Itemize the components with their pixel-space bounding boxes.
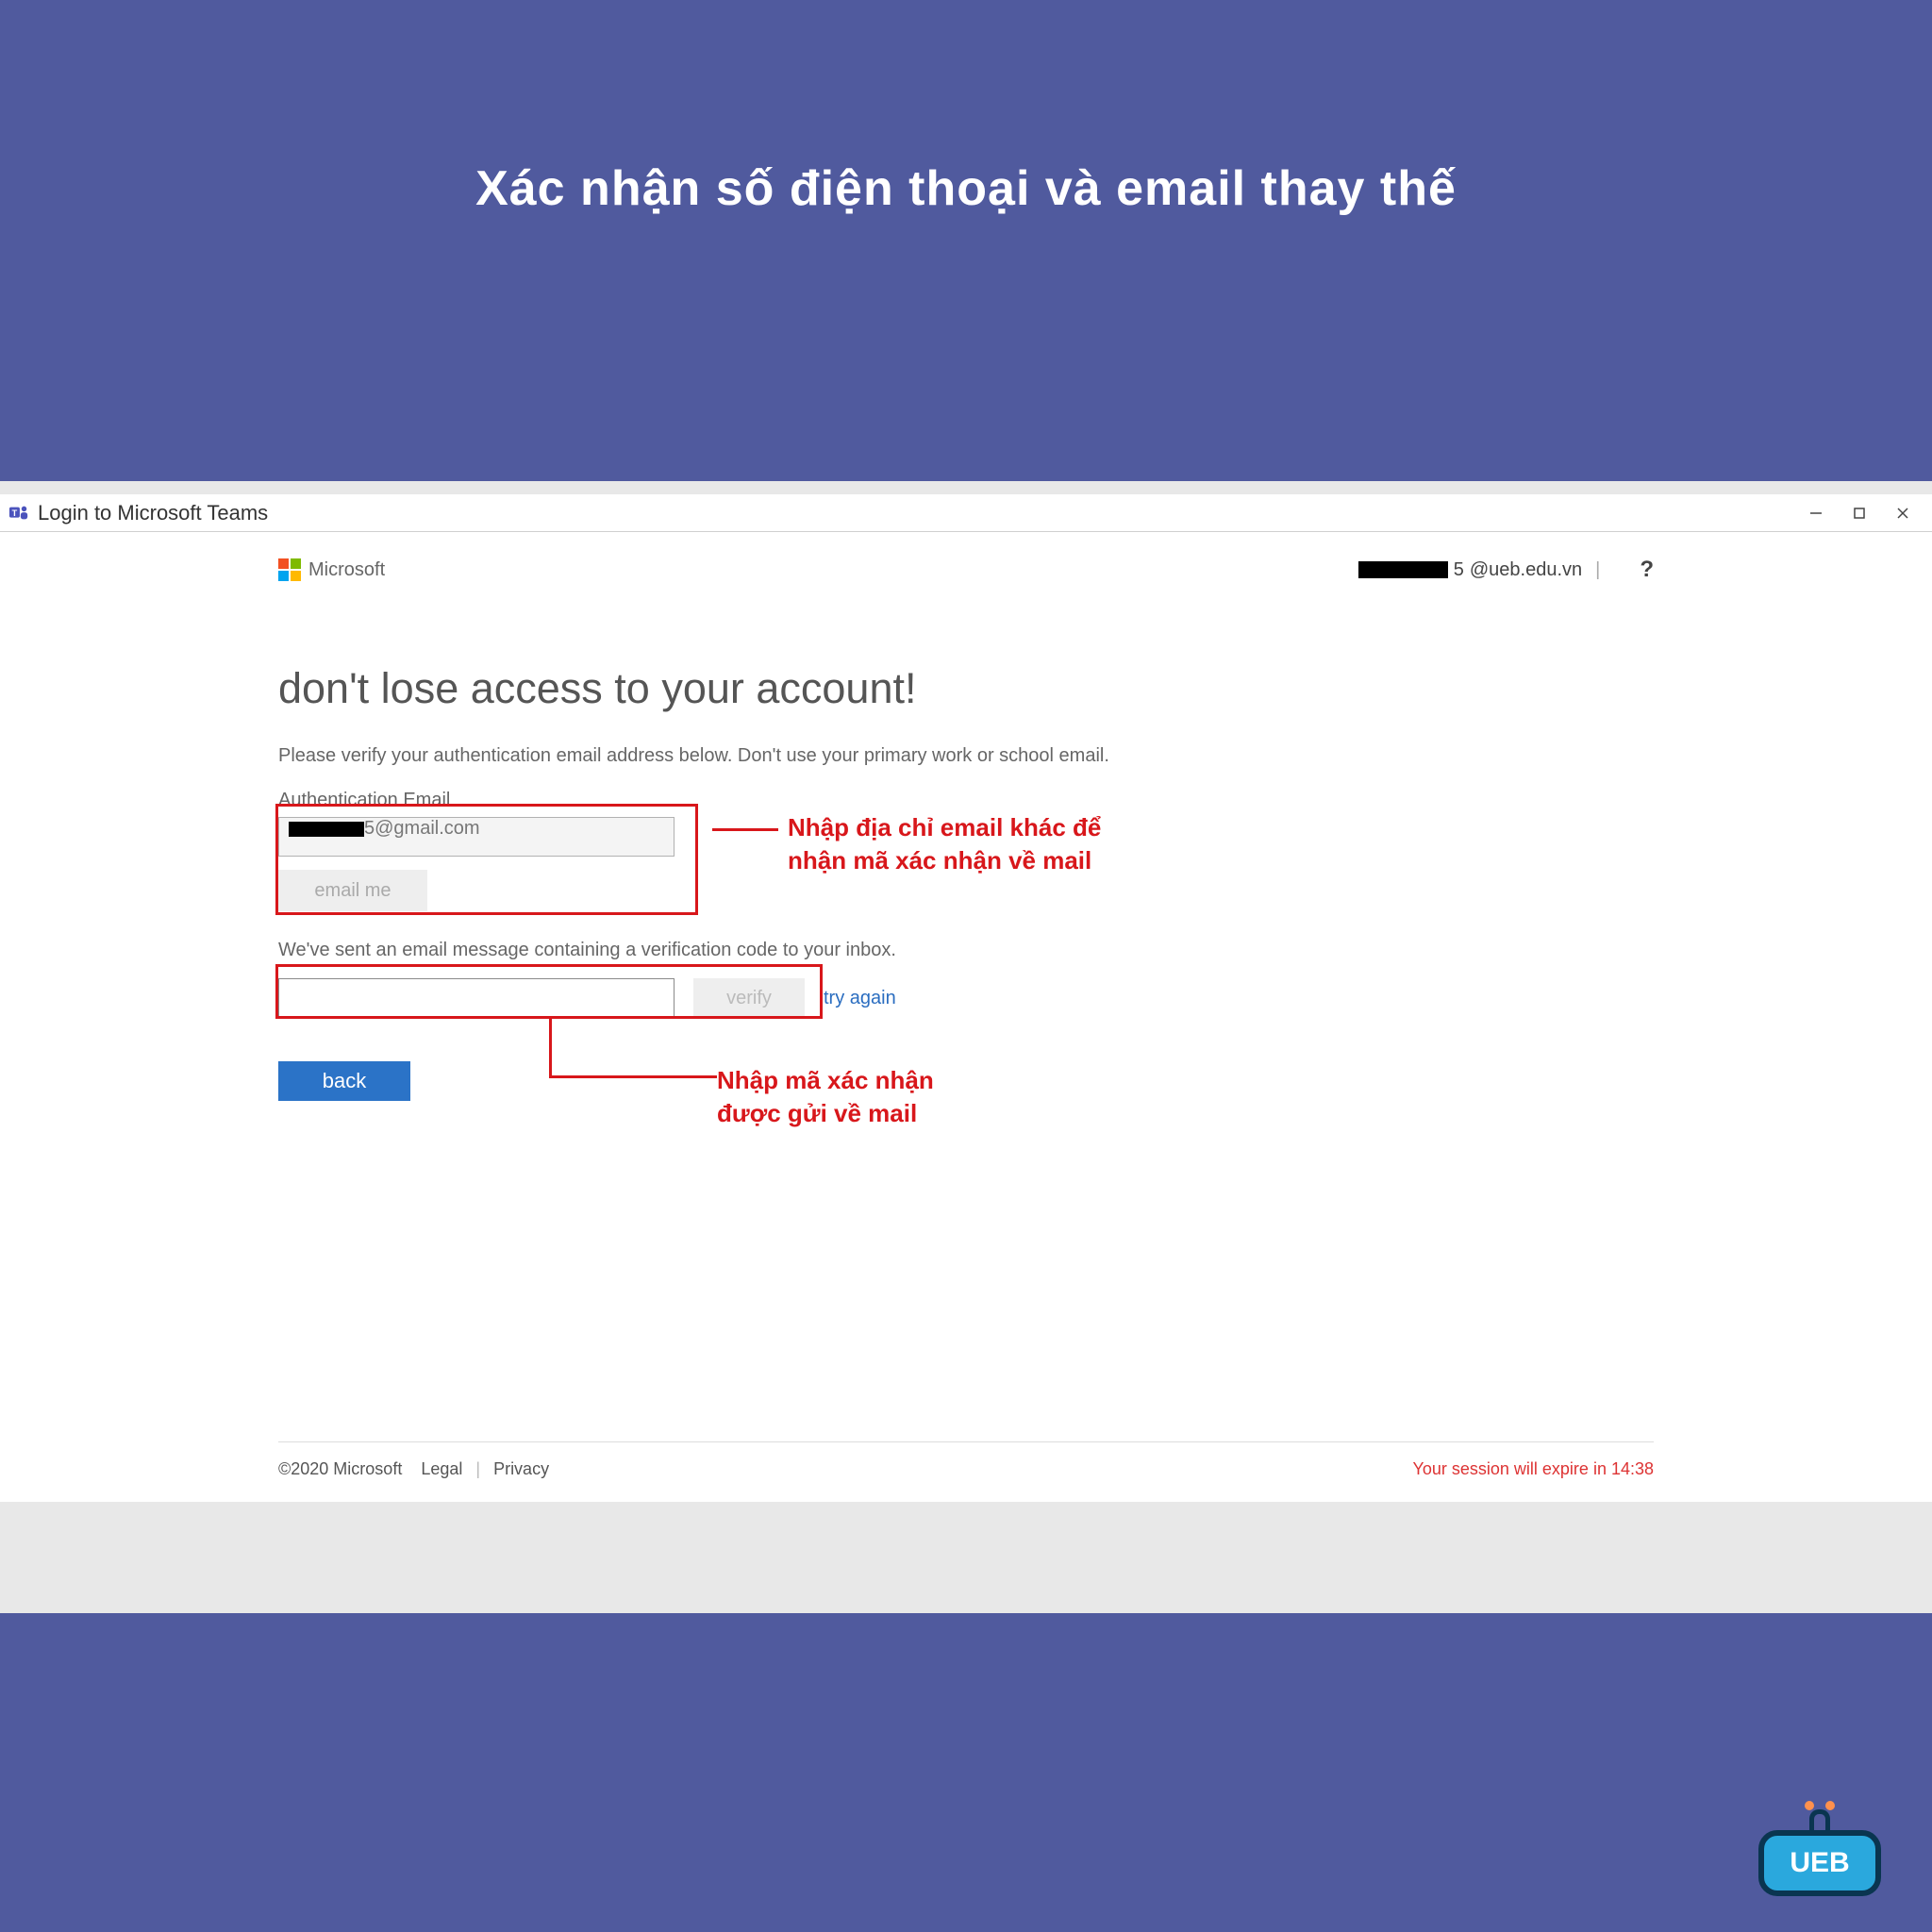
app-window: T Login to Microsoft Teams Microsoft 5@u… bbox=[0, 494, 1932, 1502]
teams-icon: T bbox=[8, 502, 30, 525]
try-again-link[interactable]: try again bbox=[824, 988, 896, 1009]
ueb-badge: UEB bbox=[1758, 1809, 1881, 1904]
close-button[interactable] bbox=[1881, 494, 1924, 532]
callout-2: Nhập mã xác nhậnđược gửi về mail bbox=[717, 1064, 934, 1130]
legal-link[interactable]: Legal bbox=[421, 1459, 462, 1479]
callout-1: Nhập địa chỉ email khác để nhận mã xác n… bbox=[712, 811, 1101, 877]
page-headline: don't lose access to your account! bbox=[278, 664, 1654, 713]
band-bottom bbox=[0, 1613, 1932, 1932]
help-icon[interactable]: ? bbox=[1640, 557, 1654, 583]
minimize-button[interactable] bbox=[1794, 494, 1838, 532]
slide-title: Xác nhận số điện thoại và email thay thế bbox=[0, 160, 1932, 217]
page-footer: ©2020 Microsoft Legal | Privacy Your ses… bbox=[278, 1441, 1654, 1479]
auth-email-input[interactable]: 5@gmail.com bbox=[278, 817, 675, 857]
callout-2-hline bbox=[549, 1075, 717, 1078]
instruction-text: Please verify your authentication email … bbox=[278, 745, 1654, 767]
auth-email-label: Authentication Email bbox=[278, 790, 1654, 811]
privacy-link[interactable]: Privacy bbox=[493, 1459, 549, 1479]
ueb-badge-text: UEB bbox=[1790, 1847, 1849, 1879]
user-email: 5@ueb.edu.vn | ? bbox=[1358, 557, 1654, 583]
band-top bbox=[0, 0, 1932, 481]
window-title: Login to Microsoft Teams bbox=[38, 501, 268, 525]
verify-button[interactable]: verify bbox=[693, 978, 805, 1018]
session-expiry: Your session will expire in 14:38 bbox=[1413, 1459, 1654, 1479]
microsoft-logo-text: Microsoft bbox=[308, 559, 385, 581]
email-me-button[interactable]: email me bbox=[278, 870, 427, 911]
maximize-button[interactable] bbox=[1838, 494, 1881, 532]
sent-message: We've sent an email message containing a… bbox=[278, 940, 1654, 961]
footer-divider: | bbox=[475, 1459, 480, 1479]
window-titlebar: T Login to Microsoft Teams bbox=[0, 494, 1932, 532]
microsoft-logo-icon bbox=[278, 558, 301, 581]
svg-text:T: T bbox=[12, 508, 18, 517]
copyright: ©2020 Microsoft bbox=[278, 1459, 402, 1479]
back-button[interactable]: back bbox=[278, 1061, 410, 1101]
verification-code-input[interactable] bbox=[278, 978, 675, 1018]
microsoft-logo: Microsoft bbox=[278, 558, 385, 581]
redaction-bar bbox=[1358, 561, 1448, 578]
callout-2-connector bbox=[549, 1019, 552, 1077]
